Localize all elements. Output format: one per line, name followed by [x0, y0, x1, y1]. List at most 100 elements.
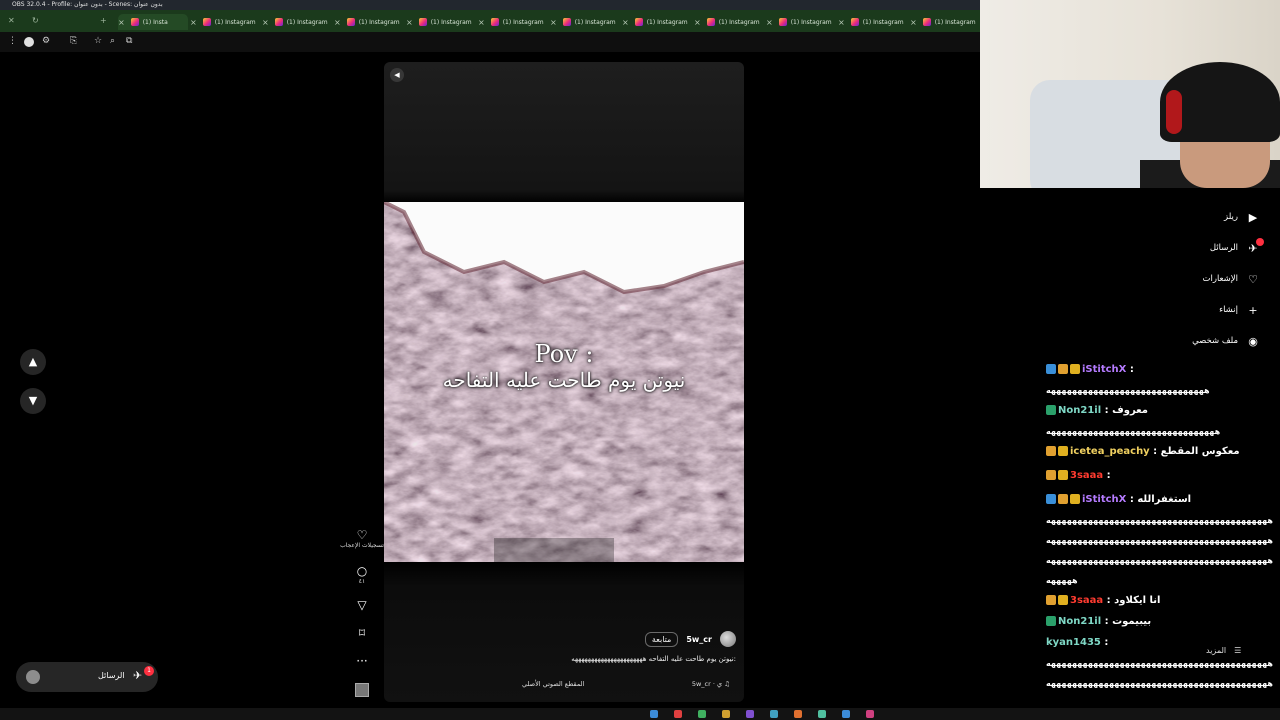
close-tab-icon[interactable]: × [766, 18, 773, 27]
chat-username[interactable]: icetea_peachy [1070, 446, 1150, 457]
new-tab-icon[interactable]: + [100, 16, 107, 25]
chat-message: 3saaa : [1046, 470, 1278, 481]
close-tab-icon[interactable]: × [838, 18, 845, 27]
bookmark-star-icon[interactable]: ☆ [94, 36, 102, 46]
browser-tab[interactable]: × (1) Insta [118, 14, 188, 30]
comment-action[interactable]: ○ ٤١ [334, 564, 390, 585]
send-icon[interactable]: ▽ [334, 598, 390, 612]
taskbar-app-icon[interactable] [698, 710, 706, 718]
more-menu[interactable]: المزيد ☰ [1206, 646, 1241, 655]
messages-pill[interactable]: الرسائل ✈ 1 [16, 662, 158, 692]
audio-user[interactable]: 5w_cr · ي ♫ [692, 680, 730, 688]
extensions-icon[interactable]: ⚙ [42, 36, 50, 46]
sidebar-item-reels[interactable]: ▶ ريلز [1224, 209, 1260, 225]
reel-player[interactable]: ◀ Pov : نيوتن يوم طاحت عليه التفاحه متاب… [384, 62, 744, 702]
chat-message: هههههههههههههههههههههههههههههههههههههههه… [1046, 555, 1278, 566]
close-tab-icon[interactable]: × [550, 18, 557, 27]
taskbar-app-icon[interactable] [794, 710, 802, 718]
close-tab-icon[interactable]: × [190, 18, 197, 27]
close-tab-icon[interactable]: × [622, 18, 629, 27]
chat-username[interactable]: iStitchX [1082, 494, 1126, 505]
comments-count: ٤١ [358, 578, 366, 585]
tab-back-icon[interactable]: ✕ [8, 16, 15, 25]
reel-caption: نيوتن يوم طاحت عليه التفاحه هههههههههههه… [571, 655, 736, 663]
tab-refresh-icon[interactable]: ↻ [32, 16, 39, 25]
browser-tab[interactable]: × (1) Instagram [190, 14, 260, 30]
previous-reel-button[interactable]: ▲ [20, 349, 46, 375]
chat-username[interactable]: 3saaa [1070, 595, 1103, 606]
browser-tab[interactable]: × (1) Instagram [406, 14, 476, 30]
taskbar-app-icon[interactable] [818, 710, 826, 718]
mute-icon[interactable]: ◀ [390, 68, 404, 82]
like-action[interactable]: ♡ تسجيلات الإعجاب [334, 528, 390, 549]
zoom-icon[interactable]: ⌕ [110, 36, 115, 46]
chat-username[interactable]: kyan1435 [1046, 637, 1101, 648]
heart-icon[interactable]: ♡ [334, 528, 390, 542]
browser-tab[interactable]: × (1) Instagram [910, 14, 980, 30]
audio-thumbnail-icon[interactable] [355, 683, 369, 697]
downloads-icon[interactable]: ⎘ [70, 36, 77, 46]
taskbar-app-icon[interactable] [650, 710, 658, 718]
chat-message: هههههههههههههههههههههههههههههههههههههههه… [1046, 678, 1278, 689]
close-tab-icon[interactable]: × [478, 18, 485, 27]
chat-badge-icon [1046, 595, 1056, 605]
chat-badge-icon [1046, 494, 1056, 504]
share-action[interactable]: ▽ [334, 598, 390, 612]
sidebar-item-profile[interactable]: ◉ ملف شخصي [1192, 333, 1260, 349]
menu-dots-icon[interactable]: ⋮ [8, 36, 17, 46]
sidebar-item-heart[interactable]: ♡ الإشعارات [1203, 271, 1261, 287]
browser-tab[interactable]: × (1) Instagram [550, 14, 620, 30]
audio-row[interactable]: المقطع الصوتي الأصلي 5w_cr · ي ♫ [384, 678, 744, 690]
close-tab-icon[interactable]: × [334, 18, 341, 27]
tab-label: (1) Insta [142, 18, 168, 26]
bookmark-icon[interactable]: ⌑ [334, 626, 390, 640]
taskbar-app-icon[interactable] [770, 710, 778, 718]
taskbar-app-icon[interactable] [842, 710, 850, 718]
follow-button[interactable]: متابعة [644, 631, 679, 647]
browser-tab[interactable]: × (1) Instagram [694, 14, 764, 30]
chat-text: ههههههههههههههههههههههههههههههه [1046, 386, 1211, 395]
taskbar-app-icon[interactable] [722, 710, 730, 718]
sidebar-item-plus[interactable]: + إنشاء [1219, 302, 1260, 318]
comment-icon[interactable]: ○ [334, 564, 390, 578]
taskbar-app-icon[interactable] [674, 710, 682, 718]
heart-icon: ♡ [1248, 272, 1258, 286]
browser-tab[interactable]: × (1) Instagram [766, 14, 836, 30]
close-tab-icon[interactable]: × [262, 18, 269, 27]
author-avatar[interactable] [720, 631, 736, 647]
close-tab-icon[interactable]: × [694, 18, 701, 27]
reel-video[interactable]: Pov : نيوتن يوم طاحت عليه التفاحه [384, 202, 744, 562]
taskbar-app-icon[interactable] [866, 710, 874, 718]
chat-username[interactable]: Non21il [1058, 405, 1101, 416]
save-action[interactable]: ⌑ [334, 626, 390, 640]
taskbar-app-icon[interactable] [746, 710, 754, 718]
instagram-favicon-icon [418, 18, 427, 26]
audio-label[interactable]: المقطع الصوتي الأصلي [522, 680, 584, 688]
chat-badge-icon [1070, 494, 1080, 504]
browser-tab[interactable]: × (1) Instagram [334, 14, 404, 30]
close-tab-icon[interactable]: × [406, 18, 413, 27]
chat-username[interactable]: Non21il [1058, 616, 1101, 627]
close-tab-icon[interactable]: × [910, 18, 917, 27]
overlay-title: Pov : [534, 340, 594, 368]
next-reel-button[interactable]: ▼ [20, 388, 46, 414]
chat-separator: : [1126, 364, 1134, 375]
share-icon[interactable]: ⧉ [126, 36, 132, 46]
close-tab-icon[interactable]: × [118, 18, 125, 27]
more-dots-icon[interactable]: ··· [334, 654, 390, 668]
browser-tab[interactable]: × (1) Instagram [622, 14, 692, 30]
sidebar-item-messages[interactable]: ✈ الرسائل [1210, 238, 1264, 256]
author-username[interactable]: 5w_cr [686, 635, 712, 644]
instagram-sidebar: ▶ ريلز ✈ الرسائل ♡ الإشعارات + إنشاء ◉ ملف شخصي [1140, 188, 1280, 358]
chat-username[interactable]: 3saaa [1070, 470, 1103, 481]
more-options[interactable]: ··· [334, 654, 390, 668]
sidebar-item-label: ملف شخصي [1192, 336, 1238, 346]
profile-circle-icon[interactable] [24, 37, 34, 47]
chat-separator: : [1103, 470, 1111, 481]
browser-tab[interactable]: × (1) Instagram [478, 14, 548, 30]
chat-username[interactable]: iStitchX [1082, 364, 1126, 375]
browser-tab[interactable]: × (1) Instagram [838, 14, 908, 30]
browser-tab[interactable]: × (1) Instagram [262, 14, 332, 30]
audio-thumb[interactable] [334, 682, 390, 701]
instagram-favicon-icon [922, 18, 931, 26]
